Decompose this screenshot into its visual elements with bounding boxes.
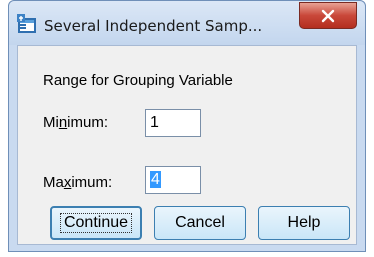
maximum-value-selection: 4 [150,171,161,188]
help-button[interactable]: Help [258,206,350,240]
minimum-label: Minimum: [43,114,109,131]
dialog-window: Several Independent Samp... Range for Gr… [8,0,366,252]
maximum-input[interactable]: 4 [145,166,201,194]
spss-app-icon [17,14,36,33]
minimum-input[interactable]: 1 [145,109,201,137]
continue-button[interactable]: Continue [50,206,142,240]
cancel-button-label: Cancel [175,214,225,231]
continue-button-label: Continue [59,213,133,233]
window-title: Several Independent Samp... [44,17,263,35]
cancel-button[interactable]: Cancel [154,206,246,240]
dialog-body: Range for Grouping Variable Minimum: 1 M… [17,45,357,245]
close-icon [321,9,335,23]
close-button[interactable] [299,2,357,29]
maximum-label: Maximum: [43,174,113,191]
group-label: Range for Grouping Variable [43,72,233,89]
title-bar[interactable]: Several Independent Samp... [9,1,365,45]
help-button-label: Help [287,214,321,231]
